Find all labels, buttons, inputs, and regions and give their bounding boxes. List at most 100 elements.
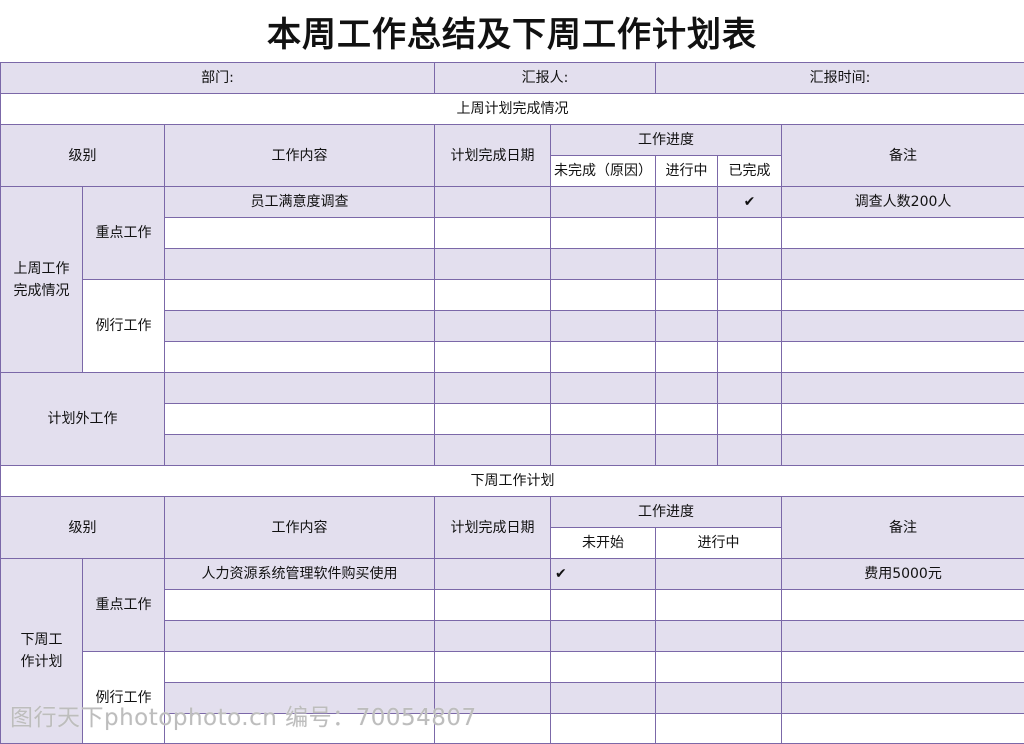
table-cell[interactable] (551, 683, 656, 714)
table-cell[interactable] (782, 218, 1024, 249)
table-cell[interactable] (551, 435, 656, 466)
header-incomplete: 未完成（原因） (551, 156, 656, 187)
table-cell[interactable] (656, 435, 718, 466)
table-cell[interactable] (782, 621, 1024, 652)
label-unplanned-work: 计划外工作 (1, 373, 165, 466)
table-cell[interactable] (656, 373, 718, 404)
header-progress: 工作进度 (551, 497, 782, 528)
table-cell[interactable] (782, 373, 1024, 404)
table-cell[interactable] (551, 249, 656, 280)
header-notes: 备注 (782, 497, 1024, 559)
table-cell[interactable] (165, 373, 435, 404)
table-cell[interactable] (656, 683, 782, 714)
table-cell[interactable] (165, 280, 435, 311)
table-cell[interactable] (656, 621, 782, 652)
table-cell[interactable] (656, 280, 718, 311)
table-cell[interactable] (435, 435, 551, 466)
table-cell[interactable] (782, 342, 1024, 373)
label-key-work: 重点工作 (83, 187, 165, 280)
table-cell[interactable] (782, 652, 1024, 683)
header-content: 工作内容 (165, 125, 435, 187)
report-time-cell[interactable]: 汇报时间: (656, 63, 1024, 94)
table-cell[interactable] (782, 435, 1024, 466)
table-cell[interactable] (718, 311, 782, 342)
table-cell[interactable] (551, 187, 656, 218)
label-routine-work: 例行工作 (83, 280, 165, 373)
table-cell[interactable] (435, 280, 551, 311)
header-notes: 备注 (782, 125, 1024, 187)
weekly-report-table: 部门: 汇报人: 汇报时间: 上周计划完成情况 级别 工作内容 计划完成日期 工… (0, 62, 1024, 744)
table-cell[interactable] (656, 342, 718, 373)
table-cell[interactable] (165, 311, 435, 342)
table-cell[interactable] (718, 218, 782, 249)
table-cell[interactable] (551, 218, 656, 249)
table-cell[interactable] (551, 621, 656, 652)
table-cell[interactable] (165, 435, 435, 466)
table-cell[interactable] (656, 404, 718, 435)
table-cell[interactable] (435, 559, 551, 590)
table-cell[interactable] (435, 187, 551, 218)
table-cell-note[interactable]: 调查人数200人 (782, 187, 1024, 218)
header-inprogress: 进行中 (656, 528, 782, 559)
table-cell[interactable] (165, 590, 435, 621)
table-cell[interactable] (782, 683, 1024, 714)
group-last-week: 上周工作完成情况 (1, 187, 83, 373)
table-cell[interactable] (165, 249, 435, 280)
table-cell[interactable] (551, 342, 656, 373)
table-cell[interactable] (718, 404, 782, 435)
section-next-week-title: 下周工作计划 (1, 466, 1024, 497)
table-cell[interactable] (165, 218, 435, 249)
table-cell[interactable] (782, 714, 1024, 744)
table-cell[interactable] (551, 404, 656, 435)
header-progress: 工作进度 (551, 125, 782, 156)
table-cell[interactable] (718, 342, 782, 373)
table-cell-content[interactable]: 人力资源系统管理软件购买使用 (165, 559, 435, 590)
reporter-cell[interactable]: 汇报人: (435, 63, 656, 94)
table-cell[interactable] (435, 590, 551, 621)
table-cell[interactable] (656, 311, 718, 342)
table-cell[interactable] (551, 311, 656, 342)
table-cell-content[interactable]: 员工满意度调查 (165, 187, 435, 218)
table-cell[interactable] (435, 404, 551, 435)
table-cell[interactable] (718, 373, 782, 404)
table-cell[interactable] (782, 311, 1024, 342)
table-cell[interactable] (718, 435, 782, 466)
table-cell[interactable] (551, 280, 656, 311)
table-cell-note[interactable]: 费用5000元 (782, 559, 1024, 590)
table-cell[interactable] (656, 714, 782, 744)
table-cell[interactable] (435, 311, 551, 342)
table-cell[interactable] (656, 249, 718, 280)
table-cell[interactable] (435, 652, 551, 683)
table-cell[interactable] (656, 559, 782, 590)
table-cell[interactable] (782, 280, 1024, 311)
table-cell[interactable] (718, 249, 782, 280)
table-cell[interactable] (165, 652, 435, 683)
header-level: 级别 (1, 497, 165, 559)
table-cell[interactable] (165, 404, 435, 435)
header-inprogress: 进行中 (656, 156, 718, 187)
table-cell[interactable] (551, 373, 656, 404)
table-cell[interactable] (435, 249, 551, 280)
table-cell[interactable] (656, 590, 782, 621)
table-cell[interactable] (782, 249, 1024, 280)
table-cell[interactable] (435, 373, 551, 404)
check-mark[interactable]: ✔ (718, 187, 782, 218)
header-date: 计划完成日期 (435, 125, 551, 187)
table-cell[interactable] (782, 590, 1024, 621)
table-cell[interactable] (435, 342, 551, 373)
table-cell[interactable] (718, 280, 782, 311)
table-cell[interactable] (165, 621, 435, 652)
table-cell[interactable] (435, 218, 551, 249)
table-cell[interactable] (551, 652, 656, 683)
table-cell[interactable] (165, 342, 435, 373)
table-cell[interactable] (782, 404, 1024, 435)
check-mark[interactable]: ✔ (551, 559, 656, 590)
table-cell[interactable] (551, 590, 656, 621)
table-cell[interactable] (551, 714, 656, 744)
department-cell[interactable]: 部门: (1, 63, 435, 94)
sheet-title: 本周工作总结及下周工作计划表 (0, 0, 1024, 62)
table-cell[interactable] (656, 218, 718, 249)
table-cell[interactable] (435, 621, 551, 652)
table-cell[interactable] (656, 652, 782, 683)
table-cell[interactable] (656, 187, 718, 218)
